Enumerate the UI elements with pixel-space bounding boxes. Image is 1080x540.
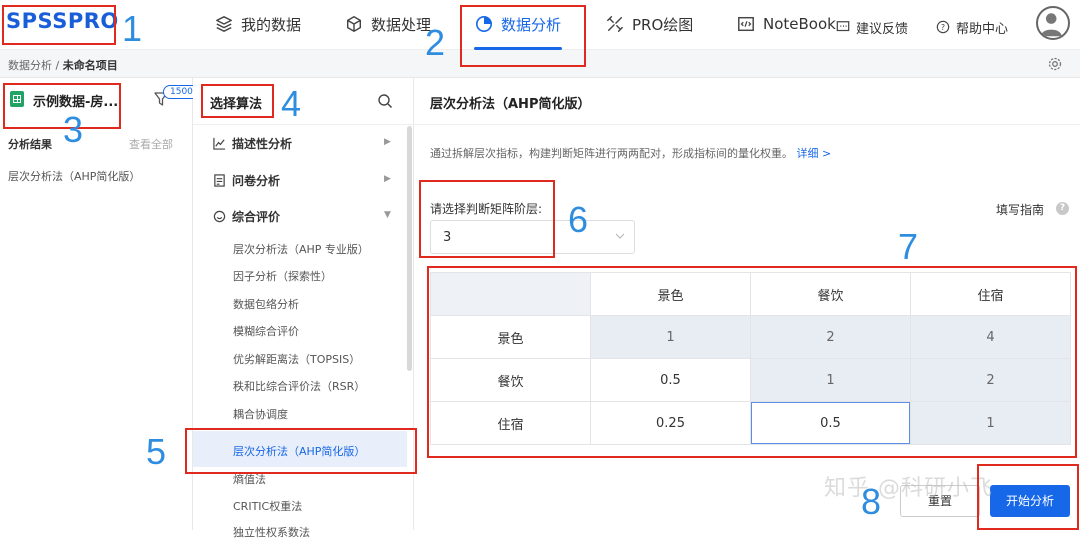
help-label: 帮助中心 xyxy=(956,21,1009,37)
breadcrumb: 数据分析 / 未命名项目 xyxy=(8,57,118,73)
annotation-box-8 xyxy=(977,464,1079,530)
algorithm-item[interactable]: 优劣解距离法（TOPSIS） xyxy=(233,351,360,367)
breadcrumb-current: 未命名项目 xyxy=(62,59,118,72)
annotation-box-6 xyxy=(419,180,555,258)
annotation-box-2 xyxy=(460,5,586,67)
annotation-box-3 xyxy=(3,83,121,129)
nav-label: 我的数据 xyxy=(241,15,302,34)
line-chart-icon xyxy=(213,137,226,150)
algorithm-item[interactable]: 独立性权系数法 xyxy=(233,524,310,540)
comment-icon xyxy=(836,21,850,32)
form-icon xyxy=(214,173,225,187)
detail-link[interactable]: 详细 > xyxy=(797,147,832,160)
category-label: 描述性分析 xyxy=(232,136,293,151)
algorithm-item[interactable]: CRITIC权重法 xyxy=(233,498,302,514)
annotation-number-5: 5 xyxy=(146,431,167,472)
search-icon[interactable] xyxy=(377,93,393,109)
annotation-number-7: 7 xyxy=(898,226,919,267)
cube-icon xyxy=(346,16,362,32)
annotation-box-5 xyxy=(185,428,417,474)
algorithm-item[interactable]: 数据包络分析 xyxy=(233,296,299,312)
nav-label: NoteBook xyxy=(763,15,836,33)
algorithm-item[interactable]: 因子分析（探索性） xyxy=(233,268,332,284)
scrollbar[interactable] xyxy=(407,126,412,371)
description-text: 通过拆解层次指标，构建判断矩阵进行两两配对，形成指标间的量化权重。 xyxy=(430,147,793,160)
category-questionnaire[interactable]: 问卷分析 xyxy=(213,170,280,190)
divider xyxy=(414,124,1080,125)
user-icon xyxy=(1040,13,1062,37)
algorithm-item[interactable]: 模糊综合评价 xyxy=(233,323,299,339)
palette-icon xyxy=(607,16,623,32)
annotation-number-3: 3 xyxy=(63,109,84,150)
fill-guide-link[interactable]: 填写指南 xyxy=(996,201,1044,218)
chat-bubble-icon xyxy=(213,210,226,222)
annotation-box-7 xyxy=(427,266,1077,458)
category-label: 问卷分析 xyxy=(232,173,281,188)
collapse-arrow-icon[interactable]: ▼ xyxy=(384,210,391,220)
divider xyxy=(193,124,414,125)
code-icon xyxy=(738,16,754,32)
results-title: 分析结果 xyxy=(8,138,52,151)
nav-pro-drawing[interactable]: PRO绘图 xyxy=(606,12,693,36)
annotation-number-1: 1 xyxy=(122,8,143,49)
annotation-box-1 xyxy=(2,5,116,45)
nav-notebook[interactable]: NoteBook xyxy=(737,12,836,36)
category-label: 综合评价 xyxy=(232,209,281,224)
nav-my-data[interactable]: 我的数据 xyxy=(215,12,301,36)
question-circle-icon: ? xyxy=(936,20,950,34)
algorithm-item[interactable]: 秩和比综合评价法（RSR） xyxy=(233,378,365,394)
algorithm-item[interactable]: 耦合协调度 xyxy=(233,406,288,422)
breadcrumb-separator: / xyxy=(55,59,60,72)
gear-icon[interactable] xyxy=(1047,56,1063,72)
nav-label: PRO绘图 xyxy=(632,15,694,34)
expand-arrow-icon[interactable]: ▶ xyxy=(384,174,391,184)
expand-arrow-icon[interactable]: ▶ xyxy=(384,137,391,147)
annotation-number-8: 8 xyxy=(861,481,882,522)
annotation-number-6: 6 xyxy=(568,199,589,240)
nav-data-processing[interactable]: 数据处理 xyxy=(345,12,431,36)
breadcrumb-root[interactable]: 数据分析 xyxy=(8,59,52,72)
nav-label: 数据处理 xyxy=(371,15,432,34)
watermark: 知乎 @科研小飞 xyxy=(824,476,993,501)
help-icon[interactable]: ? xyxy=(1056,202,1069,215)
annotation-number-2: 2 xyxy=(425,22,446,63)
result-item[interactable]: 层次分析法（AHP简化版） xyxy=(8,168,140,184)
algorithm-item[interactable]: 层次分析法（AHP 专业版） xyxy=(233,241,369,257)
analysis-title: 层次分析法（AHP简化版） xyxy=(430,97,591,112)
layers-icon xyxy=(216,16,232,32)
category-comprehensive[interactable]: 综合评价 xyxy=(213,206,280,226)
category-descriptive[interactable]: 描述性分析 xyxy=(213,133,292,153)
analysis-description: 通过拆解层次指标，构建判断矩阵进行两两配对，形成指标间的量化权重。 详细 > xyxy=(430,145,831,161)
nav-feedback[interactable]: 建议反馈 xyxy=(836,15,908,39)
annotation-box-4 xyxy=(201,84,274,118)
chevron-down-icon xyxy=(615,233,625,239)
svg-text:?: ? xyxy=(941,23,945,32)
user-avatar[interactable] xyxy=(1036,6,1070,40)
nav-help-center[interactable]: ? 帮助中心 xyxy=(936,15,1008,39)
annotation-number-4: 4 xyxy=(281,83,302,124)
feedback-label: 建议反馈 xyxy=(856,21,909,37)
view-all-link[interactable]: 查看全部 xyxy=(129,136,173,152)
